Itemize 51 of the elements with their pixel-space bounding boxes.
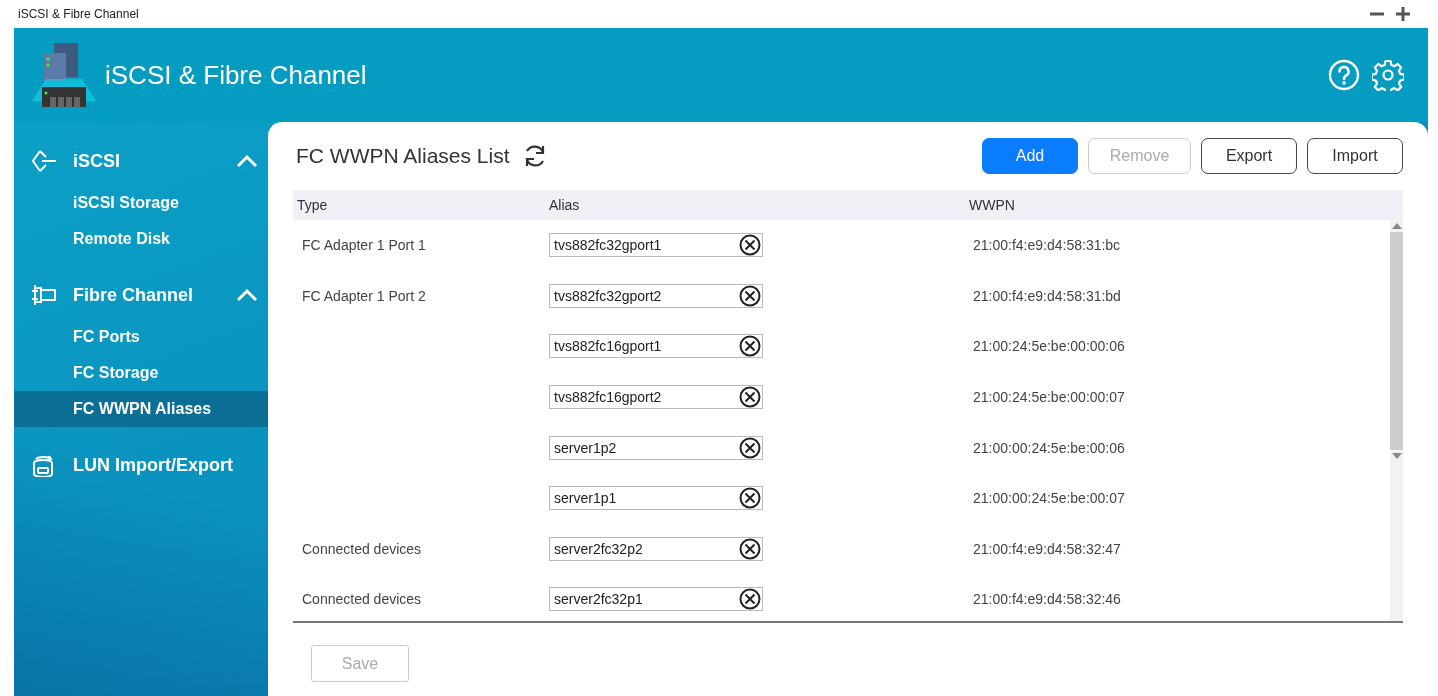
clear-icon[interactable] [739,386,761,409]
table-cell: Connected devices [302,540,422,557]
alias-field[interactable]: server1p2 [549,435,763,460]
alias-field[interactable]: tvs882fc16gport2 [549,385,763,410]
alias-field[interactable]: tvs882fc32gport1 [549,233,763,258]
scroll-down-icon[interactable] [1391,453,1402,459]
clear-icon[interactable] [739,436,761,459]
table-cell: FC Adapter 1 Port 2 [302,287,426,304]
table-cell: 21:00:f4:e9:d4:58:31:bd [973,287,1121,304]
group-label: iSCSI [73,150,121,172]
table-cell: 21:00:f4:e9:d4:58:32:47 [973,540,1121,557]
group-label: LUN Import/Export [73,454,234,476]
table-cell: Connected devices [302,591,422,608]
sidebar-item[interactable]: FC WWPN Aliases [14,391,268,427]
alias-field[interactable]: server1p1 [549,486,763,511]
app-title: iSCSI & Fibre Channel [105,59,368,91]
add-button[interactable]: Add [982,138,1078,174]
column-header[interactable]: WWPN [969,197,1015,213]
action-button[interactable]: Export [1201,138,1297,174]
group-label: Fibre Channel [73,284,194,306]
clear-icon[interactable] [739,234,761,257]
clear-icon[interactable] [739,487,761,510]
panel-title: FC WWPN Aliases List [296,144,510,168]
action-button[interactable]: Import [1307,138,1403,174]
clear-icon[interactable] [739,537,761,560]
table-cell: 21:00:00:24:5e:be:00:06 [973,439,1125,456]
table-cell: 21:00:00:24:5e:be:00:07 [973,490,1125,507]
clear-icon[interactable] [739,284,761,307]
table-cell: 21:00:f4:e9:d4:58:31:bc [973,237,1121,254]
sidebar-group[interactable]: LUN Import/Export [14,441,268,489]
alias-field[interactable]: tvs882fc16gport1 [549,334,763,359]
clear-icon[interactable] [739,588,761,611]
table-cell: 21:00:24:5e:be:00:00:06 [973,338,1125,355]
network-diamond-icon [31,149,57,173]
scrollbar[interactable] [1390,220,1403,621]
storage-server-icon [30,43,98,107]
window-title: iSCSI & Fibre Channel [18,7,139,21]
help-icon[interactable] [1328,59,1360,91]
clear-icon[interactable] [739,335,761,358]
maximize-icon[interactable] [1396,7,1410,21]
settings-icon[interactable] [1372,59,1404,91]
alias-field[interactable]: server2fc32p2 [549,536,763,561]
alias-field[interactable]: tvs882fc32gport2 [549,283,763,308]
fibre-port-icon [31,283,57,307]
alias-field[interactable]: server2fc32p1 [549,587,763,612]
column-header[interactable]: Alias [549,197,969,213]
column-header[interactable]: Type [293,197,549,213]
table-cell: 21:00:f4:e9:d4:58:32:46 [973,591,1121,608]
table-cell: FC Adapter 1 Port 1 [302,237,426,254]
table-cell: 21:00:24:5e:be:00:00:07 [973,389,1125,406]
scroll-up-icon[interactable] [1391,223,1402,229]
